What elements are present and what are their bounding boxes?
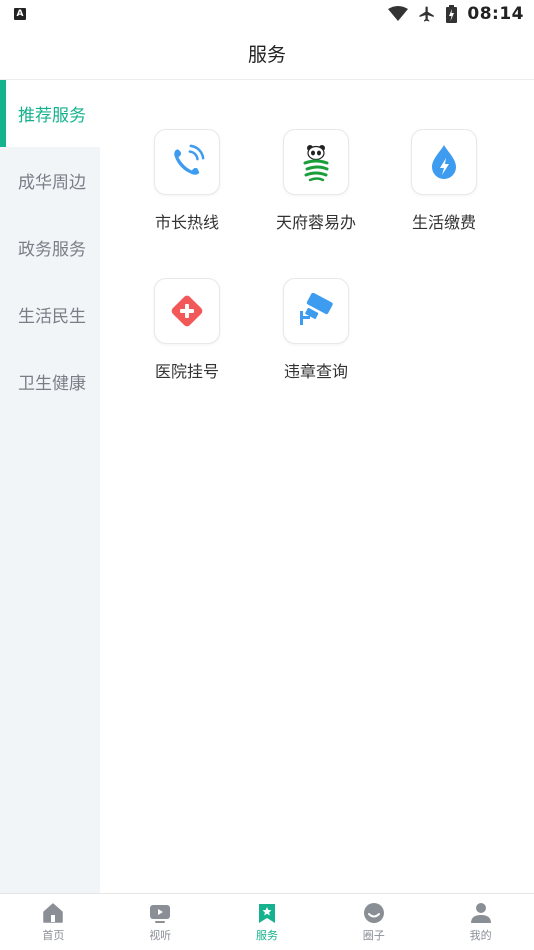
- sidebar-item-chenghua[interactable]: 成华周边: [0, 147, 100, 214]
- medical-cross-icon: [171, 295, 203, 327]
- clock: 08:14: [467, 4, 524, 24]
- nav-profile[interactable]: 我的: [427, 894, 534, 950]
- nav-label: 我的: [469, 929, 492, 942]
- nav-home[interactable]: 首页: [0, 894, 107, 950]
- page-header: 服务: [0, 28, 534, 80]
- sidebar-item-label: 生活民生: [18, 307, 86, 327]
- nav-video[interactable]: 视听: [107, 894, 214, 950]
- service-icon-box: [283, 278, 349, 344]
- service-hospital-registration[interactable]: 医院挂号: [132, 278, 242, 382]
- airplane-icon: [419, 6, 435, 22]
- home-icon: [43, 903, 64, 923]
- nav-label: 圈子: [362, 929, 385, 942]
- status-icons: 08:14: [388, 4, 524, 24]
- sidebar-item-label: 成华周边: [18, 173, 86, 193]
- service-mayor-hotline[interactable]: 市长热线: [132, 129, 242, 233]
- service-label: 市长热线: [154, 213, 219, 232]
- traffic-camera-icon: [300, 293, 333, 325]
- water-drop-bolt-icon: [432, 145, 456, 179]
- service-label: 天府蓉易办: [275, 213, 356, 232]
- service-icon-box: [283, 129, 349, 195]
- service-bookmark-icon: [258, 904, 275, 923]
- category-sidebar: 推荐服务 成华周边 政务服务 生活民生 卫生健康: [0, 80, 100, 893]
- sidebar-item-livelihood[interactable]: 生活民生: [0, 281, 100, 348]
- sidebar-item-government[interactable]: 政务服务: [0, 214, 100, 281]
- service-icon-box: [154, 278, 220, 344]
- sidebar-item-recommended[interactable]: 推荐服务: [0, 80, 100, 147]
- circle-chat-icon: [363, 903, 384, 923]
- phone-icon: [174, 144, 205, 175]
- nav-label: 首页: [42, 929, 65, 942]
- service-traffic-violation[interactable]: 违章查询: [261, 278, 371, 382]
- service-label: 生活缴费: [411, 213, 476, 232]
- service-utility-payment[interactable]: 生活缴费: [389, 129, 499, 233]
- bottom-nav: 首页 视听 服务 圈子 我的: [0, 893, 534, 950]
- wifi-icon: [388, 6, 409, 21]
- page-title: 服务: [247, 44, 286, 66]
- battery-charging-icon: [446, 5, 458, 23]
- service-tianfu-rongyiban[interactable]: 天府蓉易办: [261, 129, 371, 233]
- nav-label: 视听: [149, 929, 172, 942]
- video-icon: [150, 905, 171, 923]
- status-bar: A 08:14: [0, 0, 534, 28]
- service-icon-box: [411, 129, 477, 195]
- sidebar-item-label: 卫生健康: [18, 374, 86, 394]
- nav-services[interactable]: 服务: [214, 894, 321, 950]
- notification-indicator: A: [14, 8, 26, 20]
- sidebar-item-label: 推荐服务: [18, 106, 86, 126]
- service-icon-box: [154, 129, 220, 195]
- sidebar-item-label: 政务服务: [18, 240, 86, 260]
- service-label: 违章查询: [283, 362, 348, 381]
- nav-label: 服务: [255, 929, 278, 942]
- service-label: 医院挂号: [154, 362, 219, 381]
- panda-icon: [303, 145, 329, 182]
- sidebar-item-health[interactable]: 卫生健康: [0, 348, 100, 415]
- nav-circle[interactable]: 圈子: [320, 894, 427, 950]
- profile-icon: [470, 903, 491, 923]
